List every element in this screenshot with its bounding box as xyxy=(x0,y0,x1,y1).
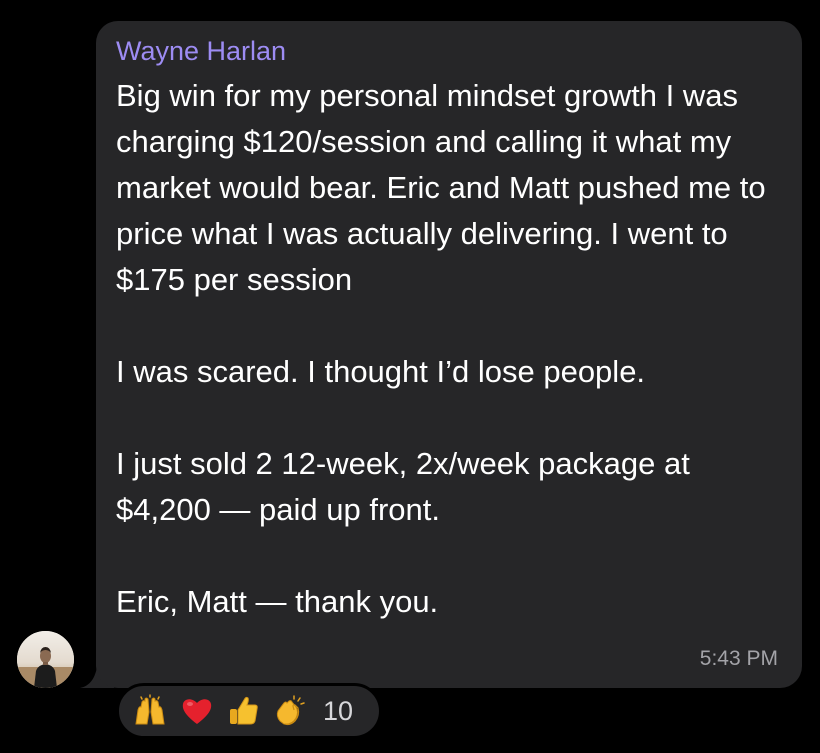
message-timestamp: 5:43 PM xyxy=(699,647,778,670)
message-body: Big win for my personal mindset growth I… xyxy=(116,73,776,625)
message-paragraph: Big win for my personal mindset growth I… xyxy=(116,78,766,297)
sender-name[interactable]: Wayne Harlan xyxy=(116,33,776,69)
red-heart-icon[interactable] xyxy=(180,694,214,728)
message-paragraph: I was scared. I thought I’d lose people. xyxy=(116,354,646,389)
message-paragraph: Eric, Matt — thank you. xyxy=(116,584,439,619)
sender-avatar[interactable] xyxy=(17,631,74,688)
clapping-hands-icon[interactable] xyxy=(274,694,308,728)
avatar-photo-icon xyxy=(17,631,74,688)
reactions-bar[interactable]: 10 xyxy=(116,683,382,739)
message-bubble[interactable]: Wayne Harlan Big win for my personal min… xyxy=(96,21,802,688)
message-paragraph: I just sold 2 12-week, 2x/week package a… xyxy=(116,446,690,527)
raised-hands-icon[interactable] xyxy=(133,694,167,728)
reaction-count: 10 xyxy=(323,696,354,726)
chat-screen: Wayne Harlan Big win for my personal min… xyxy=(0,0,820,753)
thumbs-up-icon[interactable] xyxy=(227,694,261,728)
